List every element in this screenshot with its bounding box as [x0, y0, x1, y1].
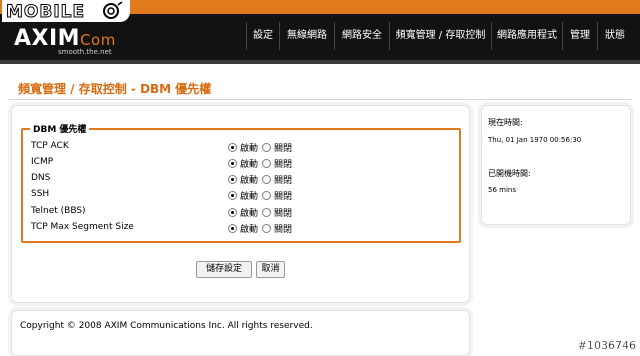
radio-label-off: 關閉 [274, 192, 293, 202]
radio-ssh-off[interactable] [262, 191, 272, 200]
radio-icmp-off[interactable] [262, 159, 272, 168]
title-divider [8, 99, 632, 100]
radio-group-icmp: 啟動 關閉 [228, 157, 296, 170]
radio-label-on: 啟動 [240, 225, 259, 235]
logo-tagline: smooth.the.net [58, 48, 112, 56]
row-label-icmp: ICMP [31, 157, 54, 167]
radio-dns-off[interactable] [262, 175, 272, 184]
current-time-value: Thu, 01 Jan 1970 00:56:30 [488, 136, 582, 144]
row-label-dns: DNS [31, 173, 51, 183]
radio-label-off: 關閉 [274, 160, 293, 170]
header-underline [0, 60, 640, 64]
radio-label-on: 啟動 [240, 160, 259, 170]
nav-item-wireless[interactable]: 無線網路 [279, 22, 334, 50]
radio-group-tcp-mss: 啟動 關閉 [228, 222, 296, 235]
mobile-watermark-text: MOBILE [5, 2, 86, 23]
radio-group-dns: 啟動 關閉 [228, 173, 296, 186]
radio-label-on: 啟動 [240, 144, 259, 154]
nav-item-applications[interactable]: 網路應用程式 [491, 22, 562, 50]
cancel-button[interactable]: 取消 [256, 261, 285, 278]
radio-label-on: 啟動 [240, 192, 259, 202]
footer-panel [11, 310, 470, 356]
radio-tcp-ack-off[interactable] [262, 143, 272, 152]
radio-label-off: 關閉 [274, 209, 293, 219]
radio-label-off: 關閉 [274, 176, 293, 186]
radio-group-tcp-ack: 啟動 關閉 [228, 141, 296, 154]
nav-item-settings[interactable]: 設定 [246, 22, 279, 50]
radio-telnet-off[interactable] [262, 208, 272, 217]
radio-icmp-on[interactable] [228, 159, 237, 168]
radio-group-telnet: 啟動 關閉 [228, 206, 296, 219]
radio-label-on: 啟動 [240, 209, 259, 219]
radio-telnet-on[interactable] [228, 208, 237, 217]
row-label-telnet: Telnet (BBS) [31, 206, 86, 216]
radio-ssh-on[interactable] [228, 191, 237, 200]
radio-tcp-mss-on[interactable] [228, 224, 237, 233]
radio-label-on: 啟動 [240, 176, 259, 186]
nav-item-management[interactable]: 管理 [562, 22, 597, 50]
uptime-label: 已開機時間: [488, 169, 531, 178]
save-button[interactable]: 儲存設定 [196, 261, 252, 278]
nav-item-status[interactable]: 狀態 [597, 22, 632, 50]
radio-tcp-ack-on[interactable] [228, 143, 237, 152]
radio-label-off: 關閉 [274, 144, 293, 154]
mobile-watermark-logo: MOBILE [2, 0, 130, 23]
row-label-tcp-ack: TCP ACK [31, 141, 69, 151]
nav-item-security[interactable]: 網路安全 [334, 22, 389, 50]
radio-label-off: 關閉 [274, 225, 293, 235]
copyright-text: Copyright © 2008 AXIM Communications Inc… [20, 321, 313, 331]
row-label-ssh: SSH [31, 189, 50, 199]
dbm-legend: DBM 優先權 [30, 122, 90, 135]
swirl-icon [103, 1, 123, 19]
page-title: 頻寬管理 / 存取控制 - DBM 優先權 [18, 82, 212, 96]
nav-item-bandwidth[interactable]: 頻寬管理 / 存取控制 [389, 22, 491, 50]
radio-group-ssh: 啟動 關閉 [228, 189, 296, 202]
current-time-label: 現在時間: [488, 118, 523, 127]
radio-dns-on[interactable] [228, 175, 237, 184]
logo-suffix-text: Com [80, 31, 116, 49]
uptime-value: 56 mins [488, 186, 516, 194]
image-id-watermark: #1036746 [577, 339, 637, 352]
row-label-tcp-mss: TCP Max Segment Size [31, 222, 134, 232]
radio-tcp-mss-off[interactable] [262, 224, 272, 233]
